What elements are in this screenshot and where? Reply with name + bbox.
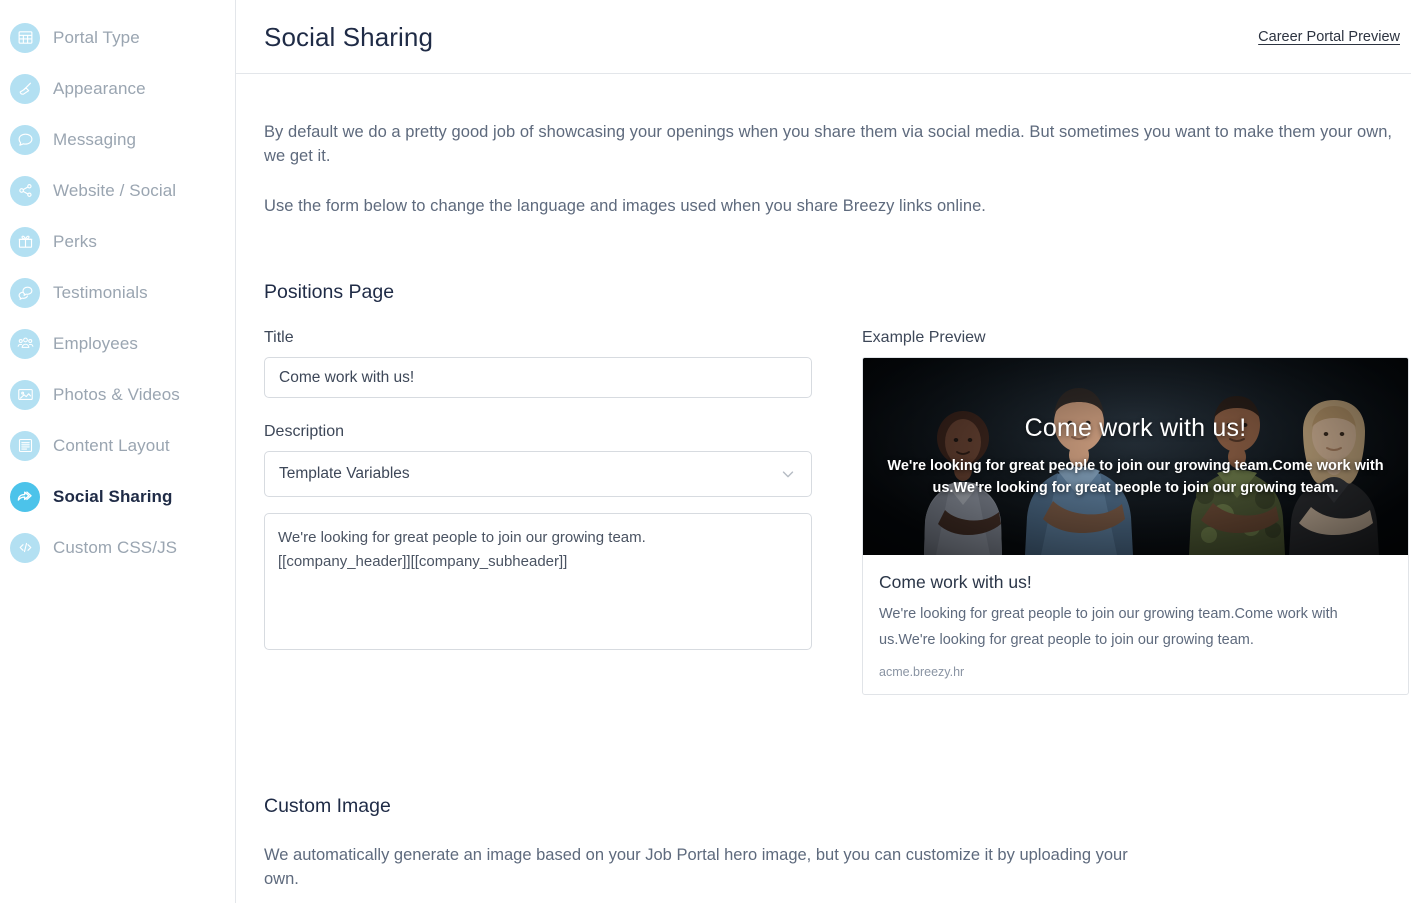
settings-sidebar: Portal Type Appearance Messaging Website…: [0, 0, 236, 903]
intro-paragraph-2: Use the form below to change the languag…: [264, 197, 986, 215]
og-card-title: Come work with us!: [879, 572, 1032, 592]
share-arrow-icon: [10, 481, 40, 512]
settings-content: By default we do a pretty good job of sh…: [236, 120, 1411, 891]
page-header: Social Sharing Career Portal Preview: [236, 0, 1411, 74]
description-field-label: Description: [264, 423, 345, 440]
code-icon: [10, 532, 40, 563]
sidebar-item-content-layout[interactable]: Content Layout: [0, 420, 235, 471]
sidebar-item-website-social[interactable]: Website / Social: [0, 165, 235, 216]
custom-image-description: We automatically generate an image based…: [264, 846, 1128, 888]
list-lines-icon: [10, 430, 40, 461]
users-group-icon: [10, 328, 40, 359]
chat-double-icon: [10, 277, 40, 308]
sidebar-item-perks[interactable]: Perks: [0, 216, 235, 267]
sidebar-item-messaging[interactable]: Messaging: [0, 114, 235, 165]
title-field-label: Title: [264, 329, 294, 346]
hero-subtext: We're looking for great people to join o…: [887, 458, 1384, 496]
title-input[interactable]: Come work with us!: [264, 357, 812, 398]
custom-image-heading: Custom Image: [264, 795, 391, 817]
og-card-body: Come work with us! We're looking for gre…: [863, 555, 1408, 694]
positions-form-column: Title Come work with us! Description Tem…: [264, 304, 838, 695]
example-preview-column: Example Preview Come work with us! We're…: [838, 304, 1409, 695]
sidebar-item-custom-css-js[interactable]: Custom CSS/JS: [0, 522, 235, 573]
career-portal-preview-link[interactable]: Career Portal Preview: [1258, 29, 1411, 45]
template-variables-select[interactable]: Template Variables: [264, 451, 812, 497]
main-panel: Social Sharing Career Portal Preview By …: [236, 0, 1411, 903]
title-input-value: Come work with us!: [279, 368, 415, 386]
sidebar-item-label: Photos & Videos: [53, 384, 180, 404]
sidebar-item-label: Messaging: [53, 129, 137, 149]
page-title: Social Sharing: [264, 21, 434, 52]
grid-icon: [10, 22, 40, 53]
photo-icon: [10, 379, 40, 410]
hero-headline: Come work with us!: [1024, 414, 1247, 442]
sidebar-item-label: Portal Type: [53, 27, 140, 47]
sidebar-item-label: Employees: [53, 333, 138, 353]
intro-text-block: By default we do a pretty good job of sh…: [264, 120, 1409, 218]
sidebar-item-appearance[interactable]: Appearance: [0, 63, 235, 114]
hero-text-overlay: Come work with us! We're looking for gre…: [863, 358, 1408, 555]
sidebar-item-label: Social Sharing: [53, 486, 173, 506]
career-portal-preview-label: Career Portal Preview: [1258, 29, 1400, 45]
paintbrush-icon: [10, 73, 40, 104]
example-preview-label: Example Preview: [862, 329, 986, 346]
sidebar-item-label: Perks: [53, 231, 97, 251]
sidebar-item-label: Appearance: [53, 78, 146, 98]
og-card-url: acme.breezy.hr: [879, 665, 965, 679]
sidebar-item-photos-videos[interactable]: Photos & Videos: [0, 369, 235, 420]
gift-icon: [10, 226, 40, 257]
positions-page-heading: Positions Page: [264, 281, 395, 303]
chat-bubble-icon: [10, 124, 40, 155]
share-nodes-icon: [10, 175, 40, 206]
sidebar-item-portal-type[interactable]: Portal Type: [0, 12, 235, 63]
og-preview-card: Come work with us! We're looking for gre…: [862, 357, 1409, 695]
sidebar-item-label: Testimonials: [53, 282, 148, 302]
sidebar-item-testimonials[interactable]: Testimonials: [0, 267, 235, 318]
intro-paragraph-1: By default we do a pretty good job of sh…: [264, 123, 1393, 165]
chevron-down-icon: [779, 465, 797, 483]
positions-page-columns: Title Come work with us! Description Tem…: [264, 304, 1409, 695]
og-card-description: We're looking for great people to join o…: [879, 606, 1338, 648]
description-textarea[interactable]: We're looking for great people to join o…: [264, 513, 812, 650]
sidebar-item-label: Content Layout: [53, 435, 170, 455]
template-variables-select-value: Template Variables: [279, 465, 410, 482]
sidebar-item-label: Custom CSS/JS: [53, 537, 178, 557]
sidebar-item-employees[interactable]: Employees: [0, 318, 235, 369]
settings-page: Portal Type Appearance Messaging Website…: [0, 0, 1411, 903]
og-hero-image: Come work with us! We're looking for gre…: [863, 358, 1408, 555]
sidebar-item-social-sharing[interactable]: Social Sharing: [0, 471, 235, 522]
sidebar-item-label: Website / Social: [53, 180, 177, 200]
